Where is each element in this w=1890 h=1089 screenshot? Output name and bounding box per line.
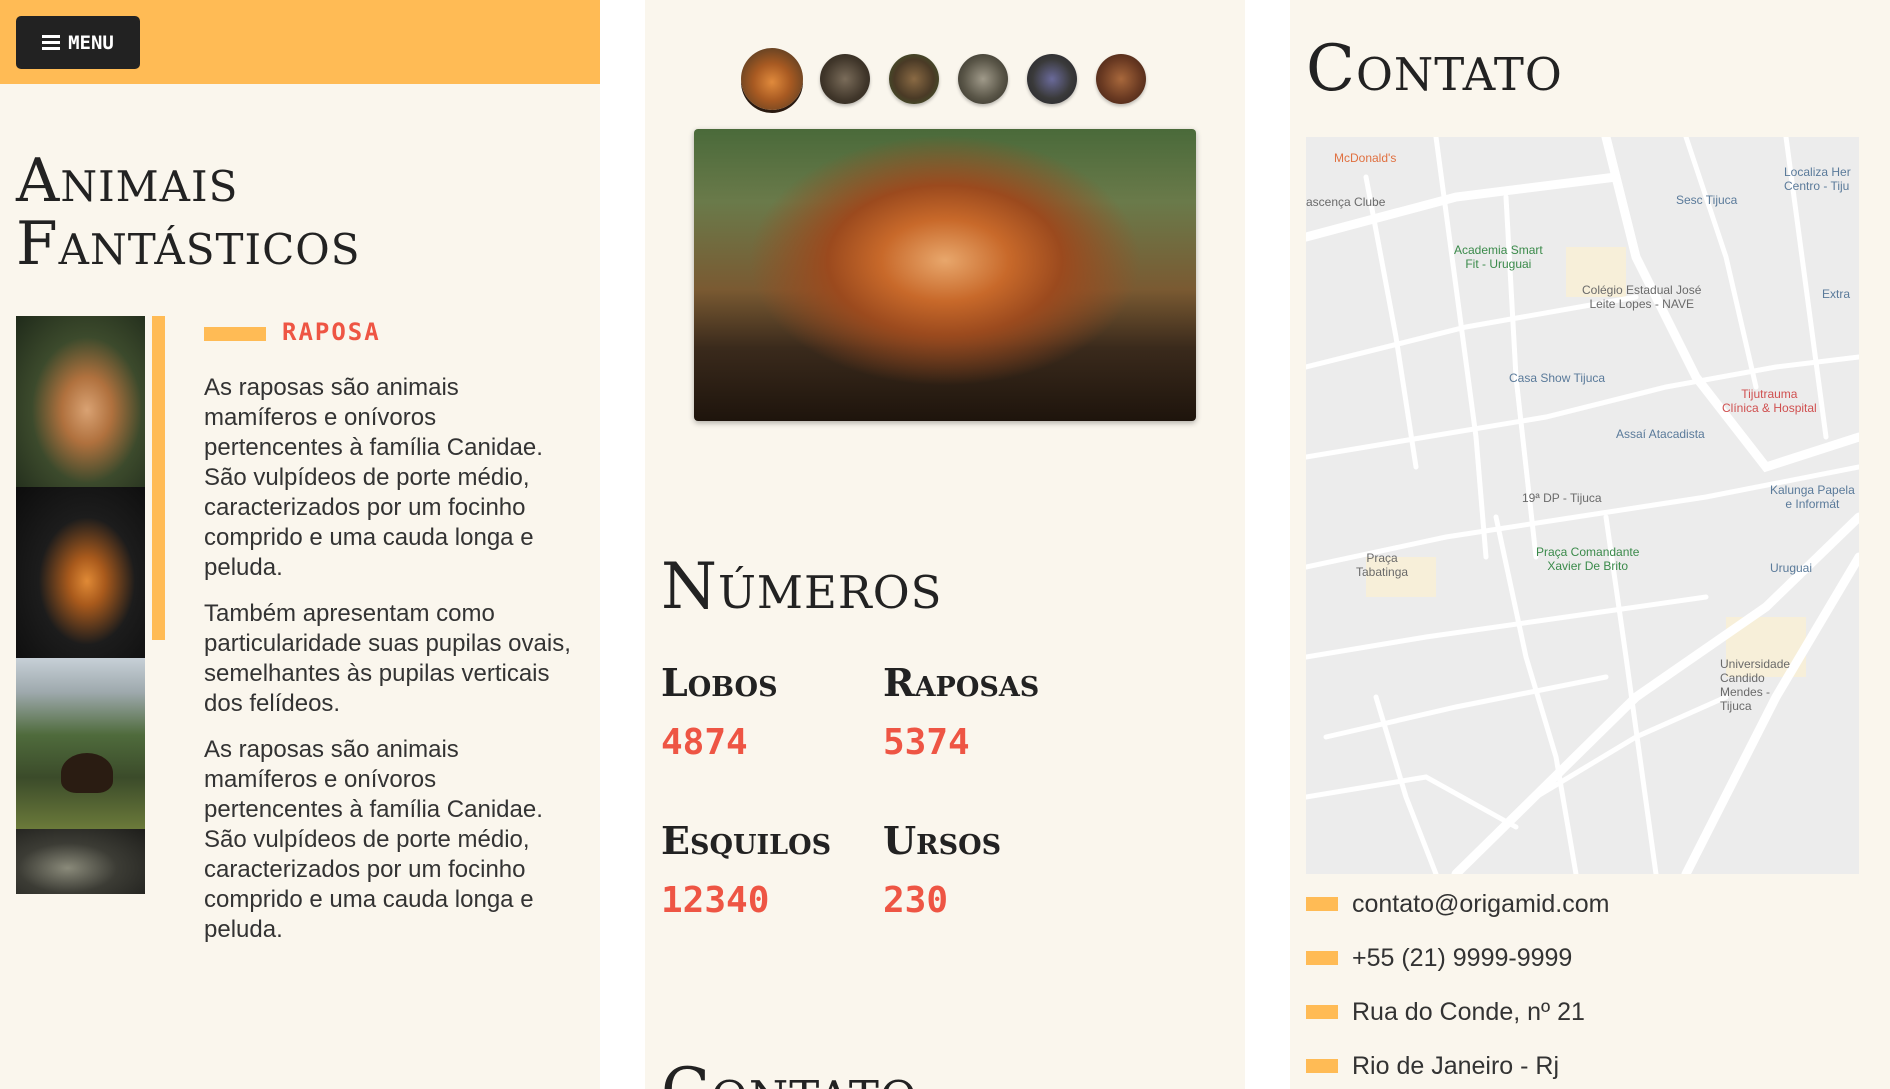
map-label: Praça Comandante Xavier De Brito (1536, 545, 1640, 573)
gallery-thumb-fox[interactable] (741, 48, 803, 110)
thumbnail-wolf[interactable] (16, 829, 145, 894)
hamburger-icon (42, 32, 61, 53)
map-label: Academia Smart Fit - Uruguai (1454, 243, 1543, 271)
contact-mark (1306, 951, 1338, 965)
menu-button[interactable]: MENU (16, 16, 140, 69)
animal-thumbnail-list (16, 316, 145, 894)
thumbnail-squirrel[interactable] (16, 487, 145, 658)
contact-city-text: Rio de Janeiro - Rj (1352, 1051, 1560, 1080)
stat-value-esquilos: 12340 (661, 880, 770, 921)
contact-city: Rio de Janeiro - Rj (1306, 1051, 1559, 1081)
contact-address-text: Rua do Conde, nº 21 (1352, 997, 1585, 1026)
map-label: McDonald's (1334, 151, 1397, 165)
contact-mark (1306, 897, 1338, 911)
gallery-thumbnails (741, 48, 1149, 110)
map-label: Praça Tabatinga (1356, 551, 1409, 579)
map-label: Tijutrauma Clínica & Hospital (1722, 387, 1817, 415)
location-map[interactable]: McDonald's ascença Clube Academia Smart … (1306, 137, 1859, 874)
animal-name: RAPOSA (282, 318, 381, 346)
stat-value-ursos: 230 (883, 880, 949, 921)
menu-label: MENU (68, 31, 114, 54)
contato-panel: Contato McDonald's ascença Clube Academi… (1290, 0, 1890, 1089)
thumbnail-bear[interactable] (16, 658, 145, 829)
contact-email: contato@origamid.com (1306, 889, 1609, 919)
gallery-thumb-monkey[interactable] (1027, 54, 1077, 104)
title-line1: Animais (16, 146, 239, 216)
map-label: Casa Show Tijuca (1509, 371, 1606, 385)
gallery-thumb-wolf-2[interactable] (958, 54, 1008, 104)
map-label: Colégio Estadual José Leite Lopes - NAVE (1582, 283, 1702, 311)
contact-address: Rua do Conde, nº 21 (1306, 997, 1585, 1027)
map-label: Localiza Her Centro - Tiju (1784, 165, 1851, 193)
stat-label-esquilos: Esquilos (661, 818, 832, 863)
gallery-thumb-monkey-2[interactable] (1096, 54, 1146, 104)
gallery-numbers-panel: Números Lobos 4874 Raposas 5374 Esquilos… (645, 0, 1245, 1089)
page-title: Animais Fantásticos (16, 150, 576, 276)
numbers-heading: Números (661, 550, 943, 624)
contact-email-text: contato@origamid.com (1352, 889, 1610, 918)
description-paragraph: As raposas são animais mamíferos e onívo… (204, 736, 543, 943)
map-label: 19ª DP - Tijuca (1522, 491, 1602, 505)
stat-value-raposas: 5374 (883, 722, 970, 763)
description-paragraph: As raposas são animais mamíferos e onívo… (204, 374, 543, 581)
stat-label-ursos: Ursos (883, 818, 1002, 863)
map-label: Kalunga Papela e Informát (1770, 483, 1855, 511)
contato-heading-partial: Contato (661, 1055, 918, 1089)
map-label: Universidade Candido Mendes - Tijuca (1720, 657, 1791, 713)
contact-phone: +55 (21) 9999-9999 (1306, 943, 1572, 973)
gallery-thumb-wolf[interactable] (820, 54, 870, 104)
thumbnail-fox[interactable] (16, 316, 145, 487)
map-label: Assaí Atacadista (1616, 427, 1705, 441)
stat-label-raposas: Raposas (883, 660, 1040, 705)
contact-mark (1306, 1005, 1338, 1019)
map-label: Extra (1822, 287, 1851, 301)
map-label: Sesc Tijuca (1676, 193, 1738, 207)
contato-heading: Contato (1306, 32, 1563, 106)
stat-label-lobos: Lobos (661, 660, 778, 705)
map-label: ascença Clube (1306, 195, 1386, 209)
animais-panel: MENU Animais Fantásticos RAPOSA As rapos… (0, 0, 600, 1089)
contact-phone-text: +55 (21) 9999-9999 (1352, 943, 1573, 972)
animal-description: As raposas são animais mamíferos e onívo… (204, 373, 574, 961)
title-line2: Fantásticos (16, 209, 361, 279)
gallery-main-image (694, 129, 1196, 421)
description-paragraph: Também apresentam como particularidade s… (204, 600, 571, 717)
stat-value-lobos: 4874 (661, 722, 748, 763)
map-label: Uruguai (1770, 561, 1813, 575)
title-accent-mark (204, 327, 266, 341)
contact-mark (1306, 1059, 1338, 1073)
top-bar: MENU (0, 0, 600, 84)
gallery-thumb-bear[interactable] (889, 54, 939, 104)
scroll-accent-bar (152, 316, 165, 640)
